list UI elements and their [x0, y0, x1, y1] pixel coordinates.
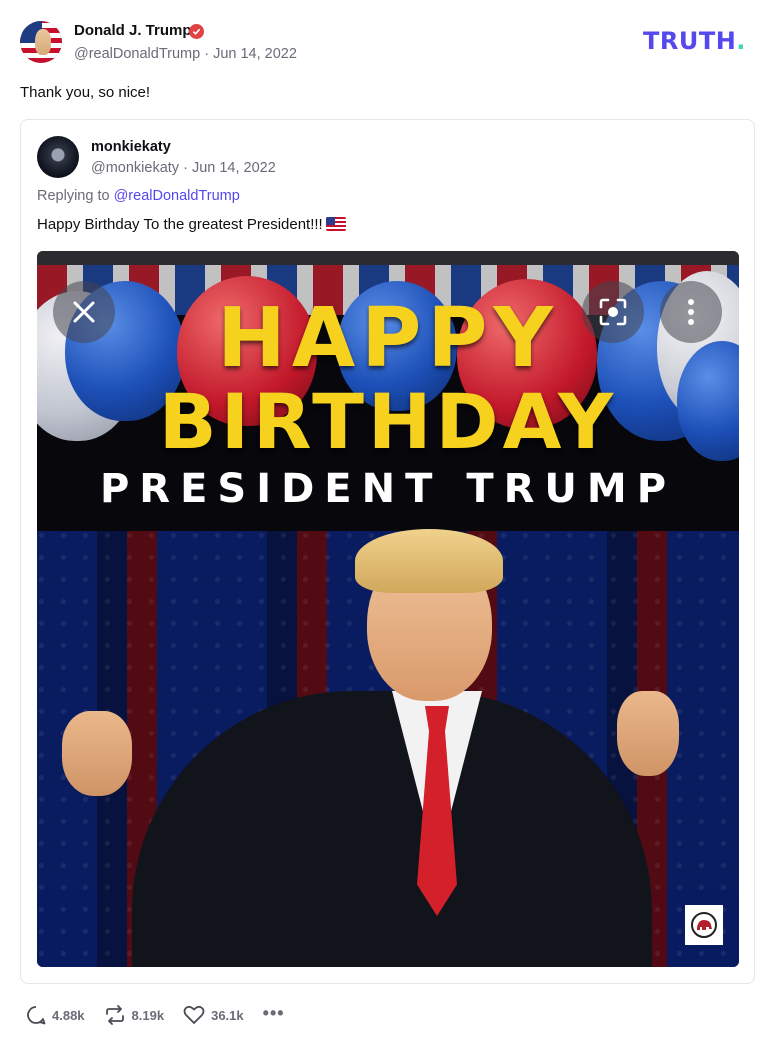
truth-logo-text: TRUTH [643, 27, 737, 55]
lens-search-button[interactable] [582, 281, 644, 343]
flag-icon [325, 217, 346, 231]
action-bar: 4.88k 8.19k 36.1k ••• [26, 1003, 304, 1025]
image-more-options-button[interactable] [660, 281, 722, 343]
truth-logo[interactable]: TRUTH. [643, 27, 746, 55]
author-name[interactable]: Donald J. Trump [74, 22, 192, 39]
close-image-button[interactable] [53, 281, 115, 343]
person-figure [37, 251, 739, 967]
replying-to-mention[interactable]: @realDonaldTrump [114, 188, 240, 204]
reply-icon [27, 1006, 46, 1025]
lens-icon [599, 298, 627, 326]
retruth-icon [105, 1005, 124, 1025]
retruth-button[interactable]: 8.19k [104, 1005, 165, 1025]
quoted-post-image[interactable]: HAPPY BIRTHDAY PRESIDENT TRUMP [37, 251, 739, 967]
post-meta: @realDonaldTrump · Jun 14, 2022 [74, 46, 297, 62]
quoted-post-text-body: Happy Birthday To the greatest President… [37, 216, 323, 233]
gop-elephant-logo [685, 905, 723, 945]
more-vertical-icon [688, 299, 694, 325]
quoted-author-name[interactable]: monkiekaty [91, 139, 171, 155]
replying-to: Replying to @realDonaldTrump [37, 188, 240, 204]
verified-icon [189, 24, 204, 39]
more-options-button[interactable]: ••• [263, 1003, 285, 1024]
like-count: 36.1k [211, 1007, 244, 1023]
more-icon: ••• [262, 1002, 285, 1023]
retruth-count: 8.19k [131, 1007, 165, 1023]
close-icon [73, 301, 95, 323]
author-avatar[interactable] [20, 21, 62, 63]
quoted-post-text: Happy Birthday To the greatest President… [37, 216, 346, 233]
quoted-author-avatar[interactable] [37, 136, 79, 178]
like-button[interactable]: 36.1k [183, 1005, 244, 1025]
post-text: Thank you, so nice! [20, 84, 151, 101]
quoted-post-meta: @monkiekaty · Jun 14, 2022 [91, 160, 276, 176]
replying-to-label: Replying to [37, 188, 110, 204]
reply-count: 4.88k [52, 1007, 85, 1023]
reply-button[interactable]: 4.88k [26, 1005, 85, 1025]
heart-icon [183, 1005, 205, 1024]
truth-logo-dot: . [736, 27, 746, 55]
